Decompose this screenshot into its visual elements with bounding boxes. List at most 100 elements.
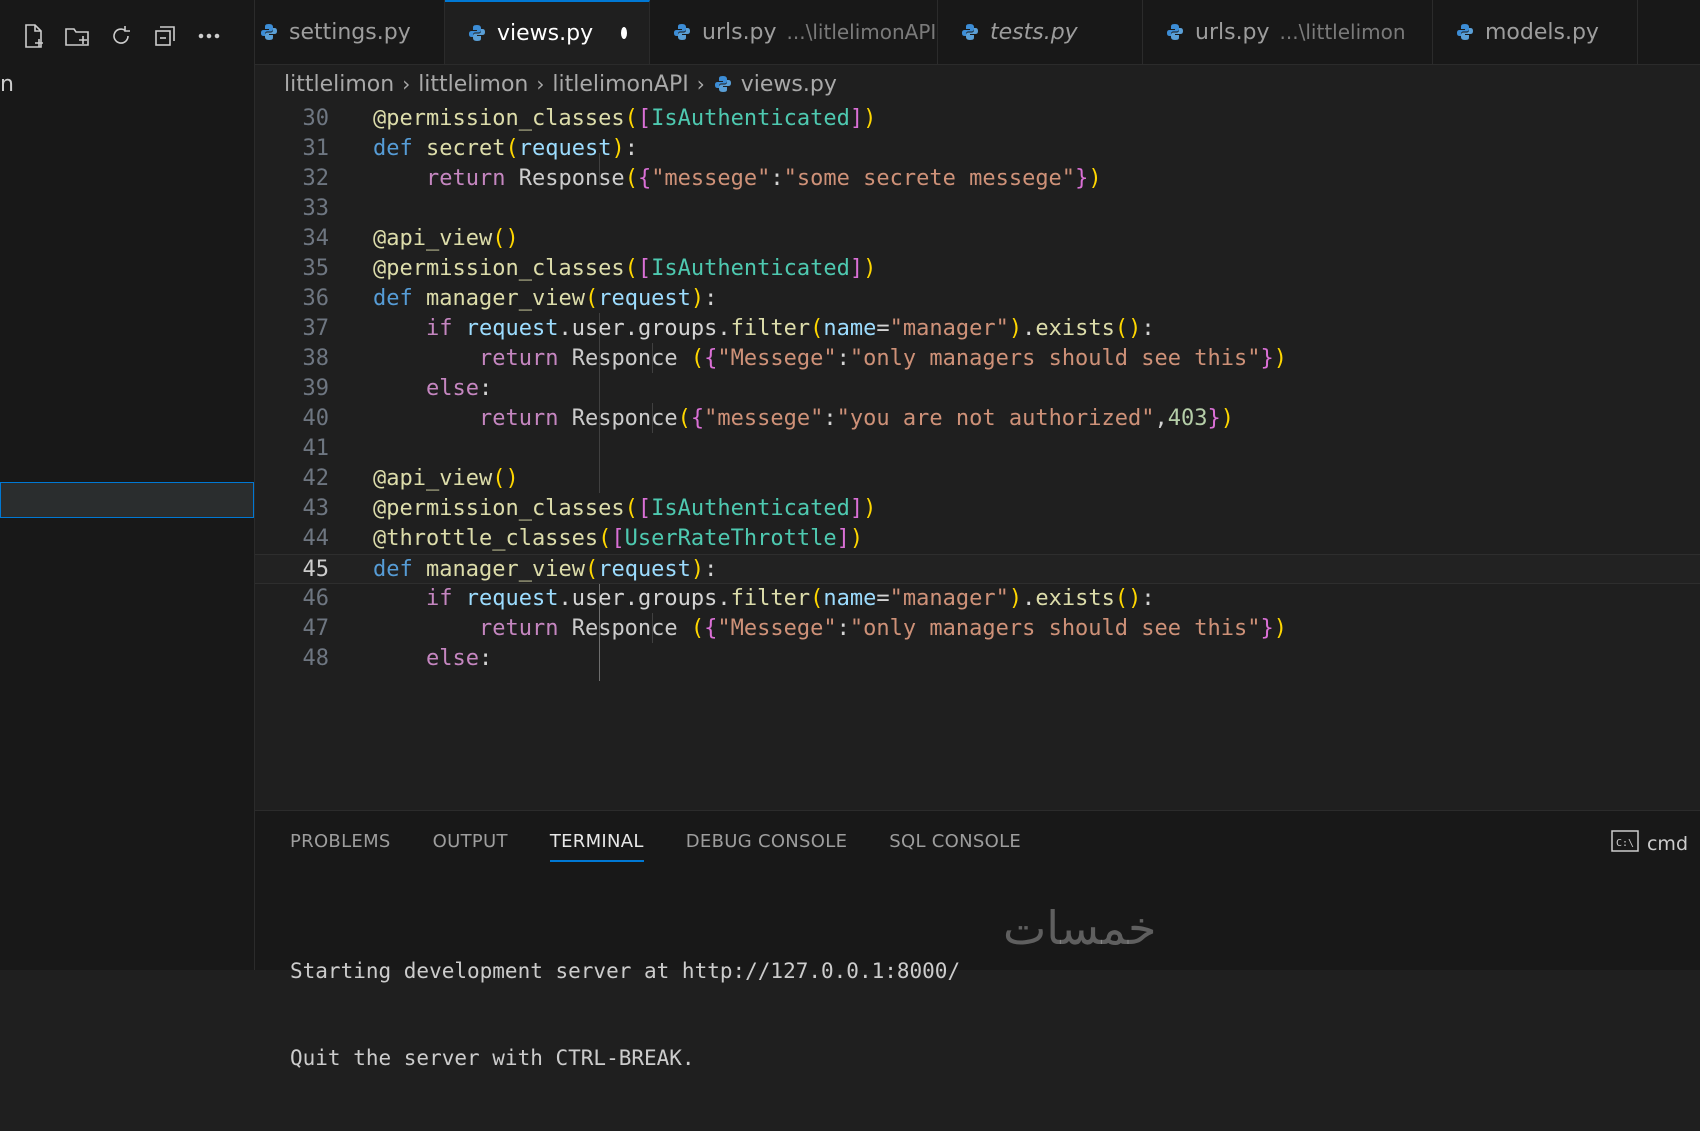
code-text: return Responce ({"Messege":"only manage… bbox=[478, 346, 1287, 371]
tab-sql-console[interactable]: SQL CONSOLE bbox=[889, 831, 1021, 862]
python-file-icon bbox=[467, 23, 487, 43]
code-line[interactable]: 47 return Responce ({"Messege":"only man… bbox=[255, 614, 1700, 644]
python-file-icon bbox=[713, 74, 733, 94]
new-folder-icon[interactable] bbox=[62, 21, 92, 51]
code-line[interactable]: 39 else: bbox=[255, 374, 1700, 404]
code-line[interactable]: 45 def manager_view(request): bbox=[255, 554, 1700, 584]
editor-tab[interactable]: models.py bbox=[1433, 0, 1638, 64]
line-number: 46 bbox=[302, 586, 330, 611]
tab-label: views.py bbox=[497, 20, 594, 46]
new-file-icon[interactable] bbox=[18, 21, 48, 51]
code-text: @permission_classes([IsAuthenticated]) bbox=[373, 256, 877, 281]
line-number: 36 bbox=[302, 286, 330, 311]
code-line[interactable]: 38 return Responce ({"Messege":"only man… bbox=[255, 344, 1700, 374]
tab-description: ...\littlelimon bbox=[1279, 20, 1406, 44]
breadcrumb-file[interactable]: views.py bbox=[741, 72, 837, 97]
terminal-shell-selector[interactable]: C:\ cmd bbox=[1611, 829, 1688, 858]
tab-terminal[interactable]: TERMINAL bbox=[549, 831, 644, 862]
code-line[interactable]: 35 @permission_classes([IsAuthenticated]) bbox=[255, 254, 1700, 284]
editor-tab[interactable]: views.py bbox=[445, 0, 650, 64]
breadcrumb-item[interactable]: littlelimon bbox=[284, 72, 394, 97]
watermark-logo: خمسات bbox=[1003, 901, 1157, 955]
terminal-cmd-icon: C:\ bbox=[1611, 829, 1639, 858]
collapse-all-icon[interactable] bbox=[150, 21, 180, 51]
line-number: 35 bbox=[302, 256, 330, 281]
line-number: 38 bbox=[302, 346, 330, 371]
python-file-icon bbox=[672, 22, 692, 42]
code-line[interactable]: 42 @api_view() bbox=[255, 464, 1700, 494]
editor-tab[interactable]: urls.py ...\litlelimonAPI bbox=[650, 0, 938, 64]
code-text: if request.user.groups.filter(name="mana… bbox=[425, 316, 1155, 341]
code-text: def manager_view(request): bbox=[373, 286, 718, 311]
more-icon[interactable] bbox=[194, 21, 224, 51]
code-text: else: bbox=[425, 376, 493, 401]
line-number: 33 bbox=[302, 196, 330, 221]
breadcrumb: littlelimon › littlelimon › litlelimonAP… bbox=[284, 66, 837, 102]
line-number: 42 bbox=[302, 466, 330, 491]
python-file-icon bbox=[1455, 22, 1475, 42]
code-text: @api_view() bbox=[373, 466, 519, 491]
code-text: else: bbox=[425, 646, 493, 671]
line-number: 40 bbox=[302, 406, 330, 431]
terminal-output[interactable]: Starting development server at http://12… bbox=[290, 899, 960, 1131]
editor-tab-bar: settings.py views.py urls.py ...\litlelimon… bbox=[255, 0, 1700, 65]
code-text: return Responce ({"Messege":"only manage… bbox=[478, 616, 1287, 641]
chevron-right-icon: › bbox=[402, 72, 411, 96]
code-line[interactable]: 40 return Responce({"messege":"you are n… bbox=[255, 404, 1700, 434]
tab-debug-console[interactable]: DEBUG CONSOLE bbox=[686, 831, 848, 862]
code-line[interactable]: 37 if request.user.groups.filter(name="m… bbox=[255, 314, 1700, 344]
code-text: if request.user.groups.filter(name="mana… bbox=[425, 586, 1155, 611]
tab-description: ...\litlelimonAPI bbox=[786, 20, 937, 44]
code-text: return Responce({"messege":"you are not … bbox=[478, 406, 1235, 431]
code-line[interactable]: 31 def secret(request): bbox=[255, 134, 1700, 164]
editor-tab[interactable]: settings.py bbox=[255, 0, 445, 64]
code-line[interactable]: 30 @permission_classes([IsAuthenticated]) bbox=[255, 104, 1700, 134]
tab-label: models.py bbox=[1485, 19, 1599, 45]
unsaved-dot-icon[interactable] bbox=[621, 27, 627, 39]
line-number: 48 bbox=[302, 646, 330, 671]
code-line[interactable]: 33 bbox=[255, 194, 1700, 224]
explorer-item-label[interactable]: n bbox=[0, 72, 14, 97]
code-line[interactable]: 48 else: bbox=[255, 644, 1700, 674]
line-number: 43 bbox=[302, 496, 330, 521]
editor-tab[interactable]: urls.py ...\littlelimon bbox=[1143, 0, 1433, 64]
code-text: @permission_classes([IsAuthenticated]) bbox=[373, 496, 877, 521]
bottom-panel: PROBLEMS OUTPUT TERMINAL DEBUG CONSOLE S… bbox=[255, 810, 1700, 1070]
refresh-icon[interactable] bbox=[106, 21, 136, 51]
svg-text:C:\: C:\ bbox=[1616, 838, 1634, 849]
terminal-shell-label: cmd bbox=[1646, 832, 1688, 855]
tab-label: tests.py bbox=[990, 19, 1078, 45]
code-line[interactable]: 36 def manager_view(request): bbox=[255, 284, 1700, 314]
code-text: def secret(request): bbox=[373, 136, 638, 161]
code-line[interactable]: 46 if request.user.groups.filter(name="m… bbox=[255, 584, 1700, 614]
code-text: @permission_classes([IsAuthenticated]) bbox=[373, 106, 877, 131]
tab-problems[interactable]: PROBLEMS bbox=[290, 831, 391, 862]
code-line[interactable]: 32 return Response({"messege":"some secr… bbox=[255, 164, 1700, 194]
line-number: 37 bbox=[302, 316, 330, 341]
code-text: @throttle_classes([UserRateThrottle]) bbox=[373, 526, 864, 551]
explorer-selected-item[interactable] bbox=[0, 482, 254, 518]
python-file-icon bbox=[960, 22, 980, 42]
line-number: 45 bbox=[302, 557, 330, 582]
line-number: 41 bbox=[302, 436, 330, 461]
python-file-icon bbox=[259, 22, 279, 42]
tab-output[interactable]: OUTPUT bbox=[433, 831, 508, 862]
code-line[interactable]: 34 @api_view() bbox=[255, 224, 1700, 254]
terminal-line: Quit the server with CTRL-BREAK. bbox=[290, 1046, 695, 1070]
python-file-icon bbox=[1165, 22, 1185, 42]
tab-label: urls.py bbox=[702, 19, 777, 45]
code-line[interactable]: 43 @permission_classes([IsAuthenticated]) bbox=[255, 494, 1700, 524]
tab-label: urls.py bbox=[1195, 19, 1270, 45]
code-editor[interactable]: 30 @permission_classes([IsAuthenticated])… bbox=[255, 104, 1700, 810]
breadcrumb-item[interactable]: litlelimonAPI bbox=[552, 72, 688, 97]
code-line[interactable]: 41 bbox=[255, 434, 1700, 464]
terminal-line: Starting development server at http://12… bbox=[290, 959, 961, 983]
line-number: 39 bbox=[302, 376, 330, 401]
tab-label: settings.py bbox=[289, 19, 411, 45]
chevron-right-icon: › bbox=[536, 72, 545, 96]
breadcrumb-item[interactable]: littlelimon bbox=[418, 72, 528, 97]
line-number: 30 bbox=[302, 106, 330, 131]
editor-tab[interactable]: tests.py bbox=[938, 0, 1143, 64]
code-line[interactable]: 44 @throttle_classes([UserRateThrottle]) bbox=[255, 524, 1700, 554]
line-number: 44 bbox=[302, 526, 330, 551]
